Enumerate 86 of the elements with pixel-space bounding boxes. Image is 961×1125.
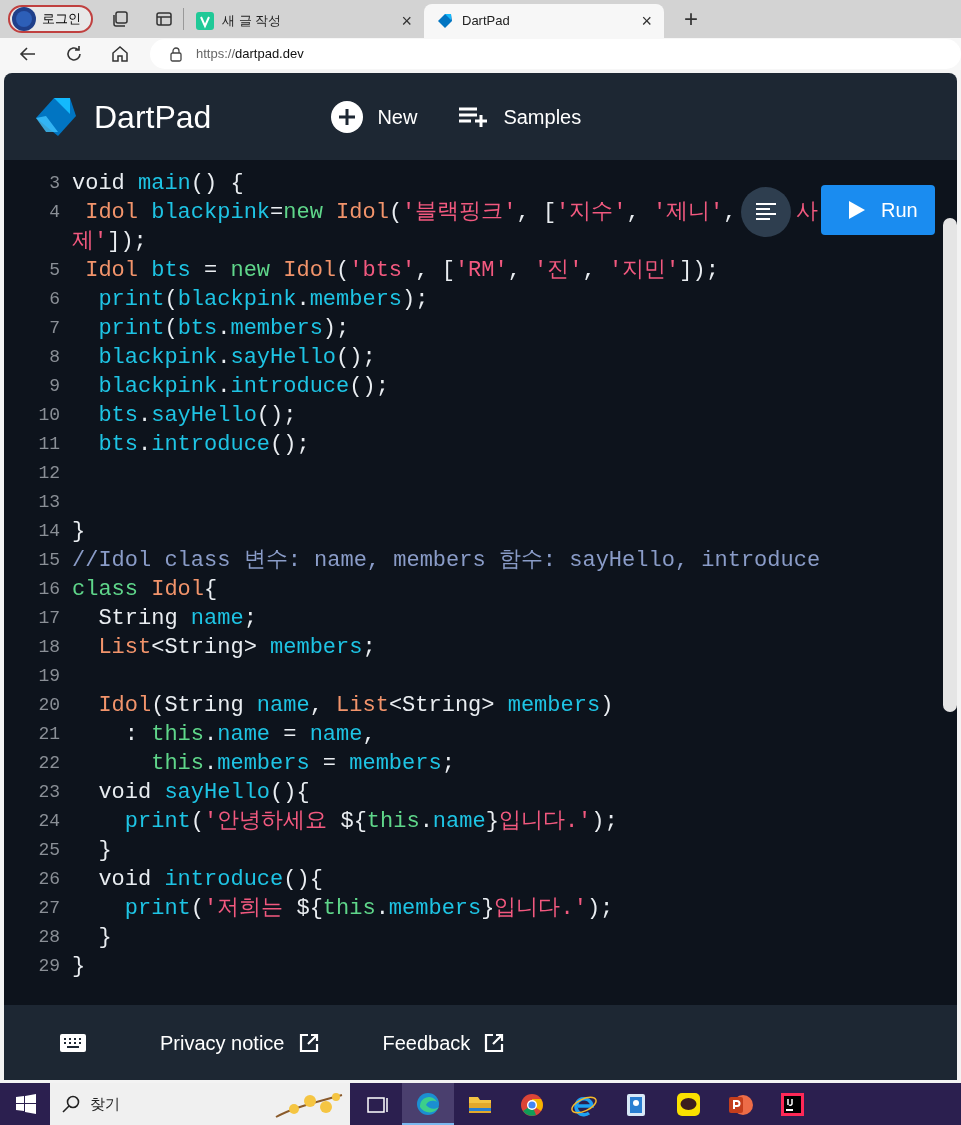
align-left-icon[interactable] <box>756 203 776 221</box>
search-icon[interactable] <box>62 1095 80 1113</box>
windows-logo-icon[interactable] <box>16 1094 36 1114</box>
line-number: 14 <box>37 520 61 543</box>
tabs-icon[interactable] <box>111 10 129 28</box>
line-number: 28 <box>37 926 61 949</box>
code-line: : this.name = name, <box>123 721 376 749</box>
window-icon[interactable] <box>155 10 173 28</box>
line-number: 18 <box>37 636 61 659</box>
home-icon[interactable] <box>110 44 130 64</box>
scrollbar-thumb[interactable] <box>943 218 957 712</box>
line-number: 20 <box>37 694 61 717</box>
code-line: } <box>97 837 112 865</box>
code-line: Idol(String name, List<String> members) <box>97 692 614 720</box>
code-line: 제']); <box>71 228 147 256</box>
code-line: blackpink.sayHello(); <box>97 344 376 372</box>
code-line: void main() { <box>71 170 244 198</box>
line-number: 16 <box>37 578 61 601</box>
code-text: 사 <box>796 199 818 227</box>
dart-logo-icon[interactable] <box>436 12 454 30</box>
line-number: 5 <box>48 259 61 282</box>
line-number: 19 <box>37 665 61 688</box>
app-title: DartPad <box>94 97 212 137</box>
line-number: 3 <box>48 172 61 195</box>
line-number: 26 <box>37 868 61 891</box>
code-line: Idol bts = new Idol('bts', ['RM', '진', '지민']); <box>84 257 719 285</box>
taskbar-search[interactable]: 찾기 <box>50 1083 350 1125</box>
line-number: 27 <box>37 897 61 920</box>
code-line: bts.sayHello(); <box>97 402 297 430</box>
line-number: 13 <box>37 491 61 514</box>
code-line: void sayHello(){ <box>97 779 310 807</box>
close-button[interactable]: × <box>641 7 652 35</box>
code-line: List<String> members; <box>97 634 376 662</box>
line-number: 24 <box>37 810 61 833</box>
code-line: blackpink.introduce(); <box>97 373 389 401</box>
line-number: 9 <box>48 375 61 398</box>
code-line: print('저희는 ${this.members}입니다.'); <box>123 895 614 923</box>
code-line: print('안녕하세요 ${this.name}입니다.'); <box>123 808 618 836</box>
plus-circle-icon[interactable] <box>331 100 364 133</box>
line-number: 23 <box>37 781 61 804</box>
footer-link[interactable]: Privacy notice <box>160 1027 319 1058</box>
line-number: 12 <box>37 462 61 485</box>
line-number: 10 <box>37 404 61 427</box>
code-line: class Idol{ <box>71 576 218 604</box>
avatar-icon[interactable] <box>12 7 36 31</box>
external-link-icon[interactable] <box>484 1032 505 1053</box>
line-number: 15 <box>37 549 61 572</box>
line-number: 29 <box>37 955 61 978</box>
chat-app-icon[interactable] <box>674 1090 702 1118</box>
ide-app-icon[interactable] <box>778 1090 806 1118</box>
code-line: print(blackpink.members); <box>97 286 429 314</box>
browser-tab[interactable]: 새 글 작성 × <box>184 4 424 38</box>
line-number: 4 <box>48 201 61 224</box>
code-line: String name; <box>97 605 257 633</box>
format-button[interactable] <box>741 187 791 237</box>
profile-button[interactable]: 로그인 <box>8 5 93 33</box>
browser-tab[interactable]: DartPad × <box>424 4 664 38</box>
line-number: 8 <box>48 346 61 369</box>
line-number: 22 <box>37 752 61 775</box>
keyboard-icon[interactable] <box>60 1033 86 1052</box>
new-button[interactable]: New <box>331 100 418 133</box>
line-number: 11 <box>37 433 61 456</box>
line-number: 7 <box>48 317 61 340</box>
code-line: print(bts.members); <box>97 315 350 343</box>
code-line: bts.introduce(); <box>97 431 310 459</box>
code-line: void introduce(){ <box>97 866 323 894</box>
line-number: 25 <box>37 839 61 862</box>
code-line: Idol blackpink=new Idol('블랙핑크', ['지수', '제니', <box>84 199 737 227</box>
code-line: //Idol class 변수: name, members 함수: sayHello, introduce <box>71 547 821 575</box>
footer-link[interactable]: Feedback <box>382 1027 505 1058</box>
url-text: https://dartpad.dev <box>196 45 304 64</box>
code-line: } <box>71 518 86 546</box>
reload-icon[interactable] <box>64 44 84 64</box>
code-line: } <box>71 953 86 981</box>
play-icon[interactable] <box>849 201 865 219</box>
line-number: 17 <box>37 607 61 630</box>
line-number: 6 <box>48 288 61 311</box>
lock-icon[interactable] <box>168 46 184 62</box>
line-number: 21 <box>37 723 61 746</box>
code-line: } <box>97 924 112 952</box>
code-line: this.members = members; <box>150 750 455 778</box>
address-bar[interactable]: https://dartpad.dev <box>150 39 961 69</box>
external-link-icon[interactable] <box>298 1032 319 1053</box>
close-button[interactable]: × <box>401 7 412 35</box>
samples-button[interactable]: Samples <box>457 100 582 133</box>
new-tab-button[interactable]: + <box>684 1 698 37</box>
